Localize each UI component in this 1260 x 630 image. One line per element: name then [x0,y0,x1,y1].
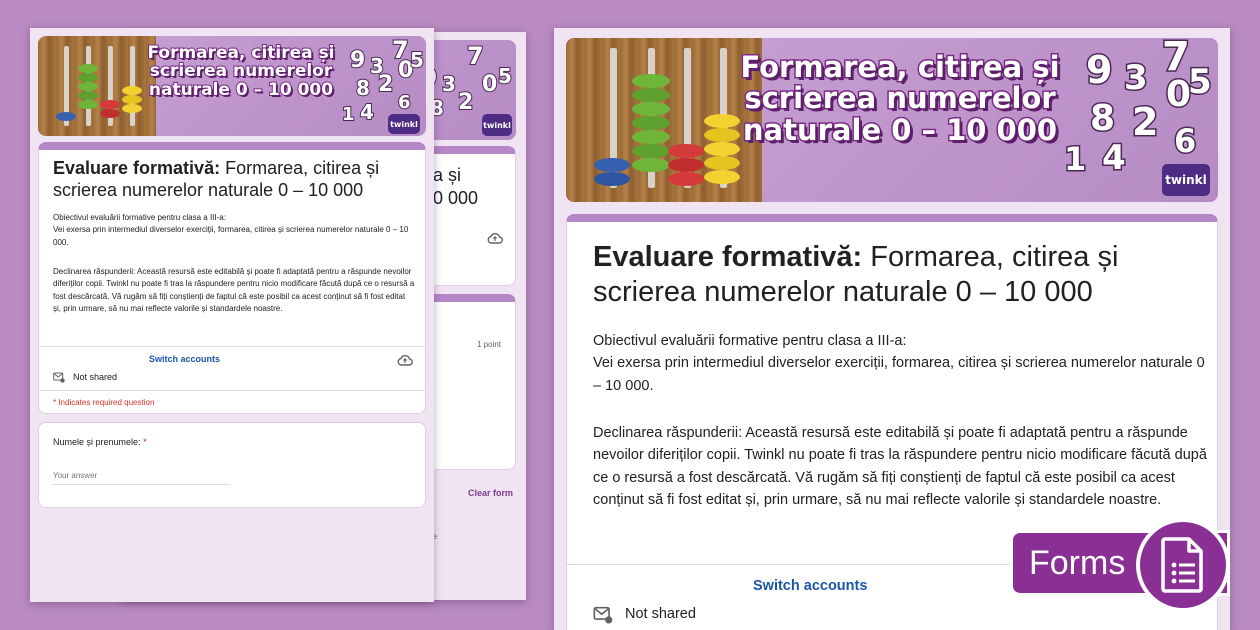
form-title: Evaluare formativă: Formarea, citirea și… [593,241,1119,308]
abacus-bead [100,100,120,109]
switch-accounts-link[interactable]: Switch accounts [149,354,220,364]
abacus-bead [78,73,98,82]
switch-accounts-link[interactable]: Switch accounts [753,578,867,594]
required-question-note: * Indicates required question [53,398,155,407]
banner-title: Formarea, citirea și scrierea numerelor … [146,43,335,100]
abacus-bead [632,130,670,144]
abacus-bead [632,102,670,116]
not-shared-icon [53,372,65,383]
banner-digit: 5 [409,47,425,73]
banner-digit: 2 [457,89,474,116]
abacus-bead [100,109,120,118]
abacus-bead [668,158,704,172]
twinkl-logo: twinkl [1162,164,1210,196]
clear-form-button[interactable]: Clear form [468,488,513,498]
form-description-disclaimer: Declinarea răspunderii: Această resursă … [593,425,1207,509]
question-label: Numele și prenumele: * [53,437,147,447]
points-label: 1 point [476,340,501,349]
banner-digit: 0 [481,71,498,98]
banner-digit: 7 [466,41,485,71]
question-card-name: Numele și prenumele: * [38,422,426,508]
form-description-objective: Obiectivul evaluării formative pentru cl… [593,333,1205,394]
cloud-icon [397,355,413,366]
twinkl-logo: twinkl [482,114,512,136]
forms-badge-label: Forms [1029,543,1126,582]
banner-digit: 4 [359,99,375,125]
banner-digit: 9 [1084,47,1114,94]
abacus-bead [632,158,670,172]
abacus-bead [704,170,740,184]
not-shared-label: Not shared [73,372,118,382]
form-description-disclaimer: Declinarea răspunderii: Această resursă … [53,267,415,314]
abacus-bead [668,144,704,158]
banner-digit: 3 [441,71,457,97]
form-description-objective: Obiectivul evaluării formative pentru cl… [53,213,409,247]
banner-digit: 6 [397,91,411,114]
banner-digit: 4 [1101,137,1128,180]
abacus-bead [78,100,98,109]
abacus-bead [668,172,704,186]
cloud-icon [487,233,503,244]
abacus-bead [78,82,98,91]
left-page-banner: Formarea, citirea și scrierea numerelor … [38,36,426,136]
banner-digit: 9 [349,47,366,74]
abacus-bead [594,172,630,186]
banner-digit: 5 [1187,61,1214,104]
banner-digit: 5 [497,63,513,89]
banner-digit: 3 [1123,57,1150,100]
abacus-bead [704,156,740,170]
banner-title: Formarea, citirea și scrierea numerelor … [739,50,1061,147]
left-form-header-card: Evaluare formativă: Formarea, citirea și… [38,142,426,414]
name-answer-input[interactable] [53,467,231,485]
forms-icon-circle [1136,518,1230,612]
banner-digit: 8 [1088,97,1116,141]
not-shared-label: Not shared [625,606,696,622]
banner-digit: 6 [1172,121,1197,162]
twinkl-logo: twinkl [388,114,420,134]
banner-digit: 1 [1062,139,1087,180]
banner-digit: 2 [1130,99,1160,146]
banner-digit: 8 [355,75,371,101]
abacus-bead [122,104,142,113]
abacus-bead [594,158,630,172]
abacus-bead [632,88,670,102]
abacus-bead [56,112,76,121]
form-title: Evaluare formativă: Formarea, citirea și… [53,158,380,200]
banner-digit: 2 [377,71,394,98]
abacus-bead [632,144,670,158]
not-shared-icon [593,606,613,624]
back-page-title-fragment: a și 0 000 [433,165,479,209]
left-page-preview: Formarea, citirea și scrierea numerelor … [30,28,434,602]
abacus-bead [632,74,670,88]
abacus-bead [632,116,670,130]
right-page-banner: Formarea, citirea și scrierea numerelor … [566,38,1218,202]
forms-document-icon [1161,537,1203,593]
banner-digit: 1 [341,103,355,126]
abacus-bead [78,64,98,73]
abacus-bead [78,91,98,100]
